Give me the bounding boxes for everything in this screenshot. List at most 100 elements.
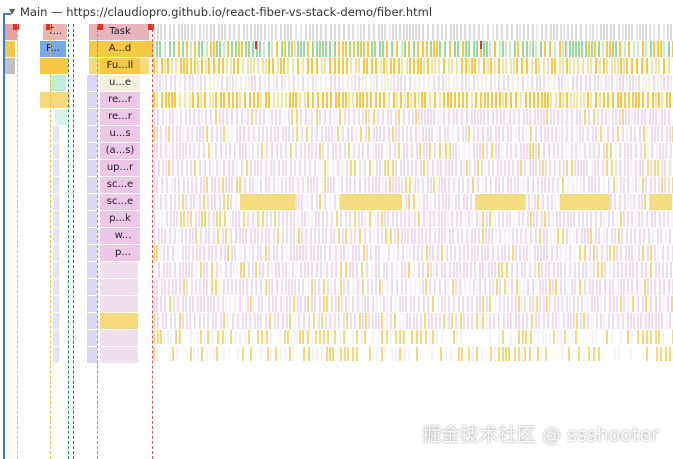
flame-bar[interactable] — [598, 347, 600, 361]
flame-bar[interactable] — [358, 245, 360, 261]
flame-bar[interactable] — [232, 211, 234, 227]
flame-bar[interactable] — [346, 58, 348, 74]
flame-bar[interactable] — [232, 92, 234, 108]
flame-bar[interactable] — [560, 262, 562, 278]
flame-bar[interactable] — [550, 228, 552, 244]
flame-bar[interactable] — [213, 296, 215, 312]
flame-bar[interactable] — [302, 330, 304, 344]
flame-bar[interactable] — [206, 24, 208, 40]
flame-bar[interactable] — [201, 347, 203, 361]
flame-bar[interactable] — [348, 109, 350, 125]
flame-bar[interactable] — [321, 58, 323, 74]
flame-bar[interactable] — [441, 211, 443, 227]
flame-bar[interactable] — [503, 109, 505, 125]
flame-bar[interactable] — [486, 313, 488, 329]
flame-bar[interactable] — [87, 75, 97, 91]
flame-bar[interactable] — [411, 228, 413, 244]
flame-bar[interactable] — [252, 177, 254, 193]
flame-bar[interactable] — [392, 126, 394, 142]
flame-bar[interactable] — [157, 109, 159, 125]
flame-bar[interactable] — [242, 228, 244, 244]
flame-bar[interactable] — [598, 228, 600, 244]
flame-bar[interactable] — [229, 211, 231, 227]
flame-bar[interactable] — [181, 228, 183, 244]
flame-bar[interactable] — [532, 143, 534, 159]
flame-bar[interactable] — [621, 262, 623, 278]
flame-bar[interactable] — [427, 177, 429, 193]
flame-bar[interactable] — [218, 177, 220, 193]
flame-bar[interactable] — [289, 347, 291, 361]
flame-bar[interactable] — [242, 313, 244, 329]
flame-bar[interactable] — [267, 262, 269, 278]
flame-bar[interactable] — [169, 41, 171, 57]
flame-bar[interactable] — [573, 296, 575, 312]
flame-bar[interactable] — [606, 330, 608, 344]
flame-bar[interactable] — [468, 143, 470, 159]
flame-bar[interactable] — [53, 160, 59, 176]
flame-bar[interactable] — [511, 24, 513, 40]
flame-bar[interactable] — [622, 24, 624, 40]
flame-bar[interactable] — [573, 92, 575, 108]
flame-bar[interactable] — [384, 75, 386, 91]
flame-bar[interactable] — [330, 279, 332, 295]
flame-bar[interactable] — [549, 296, 551, 312]
flame-bar[interactable] — [185, 228, 187, 244]
flame-bar[interactable] — [611, 58, 613, 74]
flame-bar[interactable] — [318, 313, 320, 329]
flame-bar[interactable] — [252, 143, 254, 159]
flame-bar[interactable] — [437, 296, 439, 312]
flame-bar[interactable] — [610, 143, 612, 159]
flame-bar[interactable] — [473, 143, 475, 159]
flame-bar[interactable] — [176, 211, 178, 227]
flame-bar[interactable] — [432, 296, 434, 312]
flame-bar[interactable] — [243, 24, 245, 40]
flame-bar[interactable] — [642, 177, 644, 193]
flame-bar[interactable] — [271, 24, 273, 40]
flame-bar[interactable] — [387, 160, 389, 176]
flame-bar[interactable] — [318, 228, 320, 244]
flame-bar[interactable] — [161, 177, 163, 193]
flame-bar[interactable] — [584, 143, 586, 159]
flame-bar[interactable] — [346, 160, 348, 176]
flame-bar[interactable] — [557, 330, 559, 344]
flame-bar[interactable] — [300, 262, 302, 278]
flame-bar[interactable] — [571, 109, 573, 125]
flame-bar[interactable] — [439, 143, 441, 159]
flame-bar[interactable] — [235, 228, 237, 244]
flame-bar[interactable] — [160, 126, 162, 142]
flame-bar[interactable] — [660, 41, 662, 57]
flame-bar[interactable] — [239, 279, 241, 295]
flame-bar[interactable] — [300, 296, 302, 312]
flame-bar[interactable] — [365, 126, 367, 142]
flame-bar[interactable] — [307, 211, 309, 227]
flame-bar[interactable] — [645, 75, 647, 91]
flame-bar[interactable] — [468, 75, 470, 91]
flame-bar[interactable] — [526, 313, 528, 329]
flame-bar[interactable] — [642, 296, 644, 312]
flame-bar[interactable] — [645, 24, 647, 40]
flame-bar[interactable] — [617, 58, 619, 74]
flame-bar[interactable] — [448, 177, 450, 193]
flame-bar[interactable] — [164, 279, 166, 295]
flame-bar[interactable] — [597, 262, 599, 278]
flame-bar[interactable] — [461, 228, 463, 244]
flame-bar[interactable] — [442, 75, 444, 91]
flame-bar[interactable] — [500, 160, 502, 176]
flame-bar[interactable] — [398, 126, 400, 142]
flame-bar[interactable] — [543, 245, 545, 261]
flame-bar[interactable] — [297, 296, 299, 312]
flame-bar[interactable] — [343, 279, 345, 295]
flame-bar[interactable] — [217, 296, 219, 312]
flame-bar[interactable] — [257, 58, 259, 74]
flame-bar[interactable] — [521, 262, 523, 278]
flame-bar[interactable] — [271, 41, 273, 57]
flame-bar[interactable] — [372, 313, 374, 329]
flame-bar[interactable] — [466, 109, 468, 125]
flame-bar[interactable] — [667, 245, 669, 261]
flame-bar[interactable] — [320, 24, 322, 40]
flame-bar[interactable] — [231, 109, 233, 125]
flame-bar[interactable] — [315, 75, 317, 91]
flame-bar[interactable] — [506, 109, 508, 125]
flame-bar[interactable] — [613, 262, 615, 278]
flame-bar[interactable] — [190, 41, 192, 57]
